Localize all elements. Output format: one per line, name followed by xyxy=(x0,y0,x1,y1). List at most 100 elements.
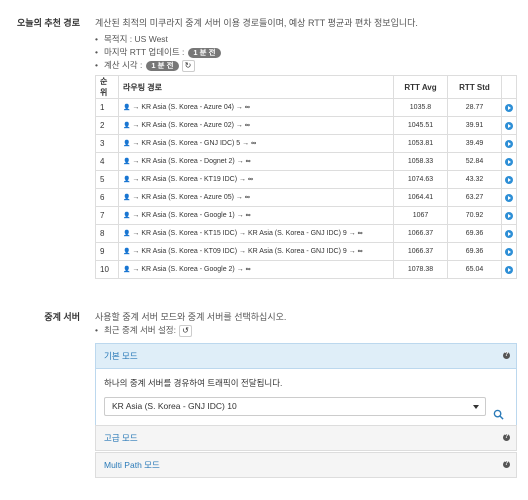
route-cell: 👤 → KR Asia (S. Korea - Google 1) → ∞ xyxy=(118,206,394,225)
basic-mode-description: 하나의 중계 서버를 경유하여 트래픽이 전달됩니다. xyxy=(104,378,283,388)
table-row: 10 👤 → KR Asia (S. Korea - Google 2) → ∞ 1… xyxy=(95,260,517,279)
play-icon[interactable] xyxy=(505,139,513,148)
route-text: KR Asia (S. Korea - KT19 IDC) xyxy=(141,176,238,183)
relay-info-list: 최근 중계 서버 설정: ↺ xyxy=(95,324,192,337)
route-table: 순위 라우팅 경로 RTT Avg RTT Std 1 👤 → KR Asia (… xyxy=(95,75,517,279)
help-icon[interactable]: ? xyxy=(503,434,510,441)
rtt-std-cell: 52.84 xyxy=(447,152,502,171)
refresh-button[interactable]: ↻ xyxy=(181,59,195,72)
basic-mode-panel: 기본 모드 ? 하나의 중계 서버를 경유하여 트래픽이 전달됩니다. KR A… xyxy=(95,343,517,428)
advanced-mode-header[interactable]: 고급 모드 ? xyxy=(96,426,516,450)
rank-cell: 9 xyxy=(95,242,119,261)
apply-cell xyxy=(501,116,517,135)
arrow-right-icon: → xyxy=(234,158,246,165)
play-icon[interactable] xyxy=(505,265,513,274)
col-route: 라우팅 경로 xyxy=(118,75,394,99)
route-cell: 👤 → KR Asia (S. Korea - KT19 IDC) → ∞ xyxy=(118,170,394,189)
arrow-right-icon: → xyxy=(130,230,142,237)
help-icon[interactable]: ? xyxy=(503,461,510,468)
multipath-mode-title: Multi Path 모드 xyxy=(104,460,160,470)
rtt-avg-cell: 1045.51 xyxy=(393,116,448,135)
rank-cell: 8 xyxy=(95,224,119,243)
table-row: 1 👤 → KR Asia (S. Korea - Azure 04) → ∞ 10… xyxy=(95,98,517,117)
arrow-right-icon: → xyxy=(233,122,245,129)
route-text: KR Asia (S. Korea - Dognet 2) xyxy=(141,158,235,165)
rtt-std-cell: 43.32 xyxy=(447,170,502,189)
rtt-std-cell: 69.36 xyxy=(447,224,502,243)
arrow-right-icon: → xyxy=(130,158,142,165)
link-icon: ∞ xyxy=(245,212,251,219)
play-icon[interactable] xyxy=(505,157,513,166)
chevron-down-icon xyxy=(473,405,479,409)
arrow-right-icon: → xyxy=(346,248,358,255)
arrow-right-icon: → xyxy=(234,266,246,273)
route-cell: 👤 → KR Asia (S. Korea - GNJ IDC) 5 → ∞ xyxy=(118,134,394,153)
table-row: 5 👤 → KR Asia (S. Korea - KT19 IDC) → ∞ 10… xyxy=(95,170,517,189)
route-text: KR Asia (S. Korea - Google 1) xyxy=(141,212,235,219)
route-text: KR Asia (S. Korea - Azure 02) xyxy=(141,122,234,129)
link-icon: ∞ xyxy=(357,230,363,237)
multipath-mode-header[interactable]: Multi Path 모드 ? xyxy=(96,453,516,477)
relay-server-select[interactable]: KR Asia (S. Korea - GNJ IDC) 10 xyxy=(104,397,486,416)
recommended-description: 계산된 최적의 미쿠라지 중계 서버 이용 경로들이며, 예상 RTT 평균과 … xyxy=(95,18,418,28)
link-icon: ∞ xyxy=(247,176,253,183)
last-update-item: 마지막 RTT 업데이트 : 1 분 전 xyxy=(95,46,221,59)
table-row: 9 👤 → KR Asia (S. Korea - KT09 IDC) → KR … xyxy=(95,242,517,261)
calc-time-item: 계산 시각 : 1 분 전 ↻ xyxy=(95,59,221,72)
relay-description: 사용할 중계 서버 모드와 중계 서버를 선택하십시오. xyxy=(95,312,287,322)
route-info-list: 목적지 : US West 마지막 RTT 업데이트 : 1 분 전 계산 시각… xyxy=(95,33,221,72)
basic-mode-header[interactable]: 기본 모드 ? xyxy=(96,344,516,368)
apply-cell xyxy=(501,224,517,243)
col-rtt-std: RTT Std xyxy=(447,75,502,99)
play-icon[interactable] xyxy=(505,121,513,130)
last-update-label: 마지막 RTT 업데이트 : xyxy=(103,47,185,57)
link-icon: ∞ xyxy=(244,194,250,201)
rtt-avg-cell: 1058.33 xyxy=(393,152,448,171)
route-text: KR Asia (S. Korea - Google 2) xyxy=(141,266,235,273)
rtt-std-cell: 39.49 xyxy=(447,134,502,153)
apply-cell xyxy=(501,170,517,189)
rtt-std-cell: 63.27 xyxy=(447,188,502,207)
route-cell: 👤 → KR Asia (S. Korea - Dognet 2) → ∞ xyxy=(118,152,394,171)
table-row: 8 👤 → KR Asia (S. Korea - KT15 IDC) → KR … xyxy=(95,224,517,243)
apply-cell xyxy=(501,152,517,171)
arrow-right-icon: → xyxy=(130,194,142,201)
search-icon[interactable] xyxy=(493,409,504,420)
table-row: 7 👤 → KR Asia (S. Korea - Google 1) → ∞ 10… xyxy=(95,206,517,225)
route-text: KR Asia (S. Korea - Azure 05) xyxy=(141,194,234,201)
arrow-right-icon: → xyxy=(130,122,142,129)
rtt-std-cell: 65.04 xyxy=(447,260,502,279)
rtt-avg-cell: 1078.38 xyxy=(393,260,448,279)
advanced-mode-panel: 고급 모드 ? xyxy=(95,425,517,451)
route-cell: 👤 → KR Asia (S. Korea - KT15 IDC) → KR A… xyxy=(118,224,394,243)
rtt-avg-cell: 1066.37 xyxy=(393,224,448,243)
play-icon[interactable] xyxy=(505,229,513,238)
multipath-mode-panel: Multi Path 모드 ? xyxy=(95,452,517,478)
recommended-section-label: 오늘의 추천 경로 xyxy=(17,18,80,28)
rtt-std-cell: 39.91 xyxy=(447,116,502,135)
play-icon[interactable] xyxy=(505,211,513,220)
route-cell: 👤 → KR Asia (S. Korea - Azure 05) → ∞ xyxy=(118,188,394,207)
route-text: KR Asia (S. Korea - KT15 IDC) → KR Asia … xyxy=(141,230,347,237)
route-cell: 👤 → KR Asia (S. Korea - KT09 IDC) → KR A… xyxy=(118,242,394,261)
arrow-right-icon: → xyxy=(233,104,245,111)
play-icon[interactable] xyxy=(505,103,513,112)
help-icon[interactable]: ? xyxy=(503,352,510,359)
destination-item: 목적지 : US West xyxy=(95,33,221,46)
advanced-mode-title: 고급 모드 xyxy=(104,433,138,443)
rtt-avg-cell: 1067 xyxy=(393,206,448,225)
play-icon[interactable] xyxy=(505,175,513,184)
rtt-std-cell: 70.92 xyxy=(447,206,502,225)
rtt-avg-cell: 1035.8 xyxy=(393,98,448,117)
play-icon[interactable] xyxy=(505,247,513,256)
calc-time-badge: 1 분 전 xyxy=(146,60,179,71)
arrow-right-icon: → xyxy=(346,230,358,237)
table-row: 3 👤 → KR Asia (S. Korea - GNJ IDC) 5 → ∞ 1… xyxy=(95,134,517,153)
play-icon[interactable] xyxy=(505,193,513,202)
apply-cell xyxy=(501,242,517,261)
apply-cell xyxy=(501,260,517,279)
last-update-badge: 1 분 전 xyxy=(188,47,221,58)
rtt-std-cell: 69.36 xyxy=(447,242,502,261)
rank-cell: 1 xyxy=(95,98,119,117)
recent-relay-reset-button[interactable]: ↺ xyxy=(179,324,192,337)
